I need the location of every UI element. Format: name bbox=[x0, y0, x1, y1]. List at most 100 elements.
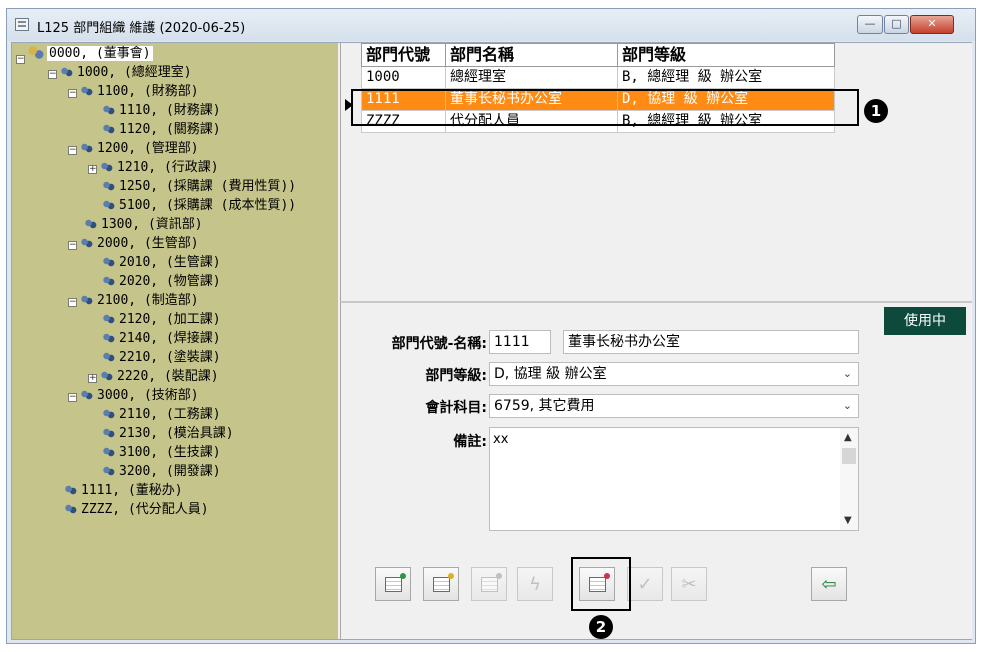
department-icon bbox=[102, 314, 115, 324]
expander-icon[interactable]: + bbox=[88, 165, 97, 174]
department-icon bbox=[100, 162, 113, 172]
department-icon bbox=[80, 295, 93, 305]
expander-icon[interactable]: − bbox=[68, 241, 77, 250]
department-icon bbox=[64, 504, 77, 514]
app-icon bbox=[15, 18, 29, 31]
department-icon bbox=[100, 371, 113, 381]
department-icon bbox=[102, 181, 115, 191]
column-header-name[interactable]: 部門名稱 bbox=[446, 44, 618, 66]
memo-value: xx bbox=[493, 432, 509, 447]
department-icon bbox=[64, 485, 77, 495]
tree-node-label: 3000, (技術部) bbox=[97, 388, 199, 403]
expander-icon[interactable]: − bbox=[68, 298, 77, 307]
department-level-select[interactable]: D, 協理 級 辦公室 ⌄ bbox=[489, 362, 859, 386]
tree-node-label: 1100, (財務部) bbox=[97, 84, 199, 99]
department-icon bbox=[102, 409, 115, 419]
department-name-field[interactable]: 董事长秘书办公室 bbox=[563, 330, 859, 354]
department-grid: 部門代號 部門名稱 部門等級 1000 總經理室 B, 總經理 級 辦公室 1 1… bbox=[340, 43, 972, 301]
column-header-code[interactable]: 部門代號 bbox=[362, 44, 446, 66]
tree-node[interactable]: 3100, (生技課) bbox=[102, 444, 221, 462]
tree-node[interactable]: 1120, (關務課) bbox=[102, 121, 221, 139]
tree-node[interactable]: 2120, (加工課) bbox=[102, 311, 221, 329]
tree-node[interactable]: − 2100, (制造部) bbox=[68, 292, 199, 310]
department-icon bbox=[102, 428, 115, 438]
tree-node[interactable]: 2020, (物管課) bbox=[102, 273, 221, 291]
expander-icon[interactable]: − bbox=[68, 89, 77, 98]
expander-icon[interactable]: − bbox=[68, 393, 77, 402]
detail-form: 使用中 部門代號-名稱: 1111 董事长秘书办公室 部門等級: D, 協理 級… bbox=[340, 301, 972, 639]
title-bar: L125 部門組織 維護 (2020-06-25) — □ ✕ bbox=[7, 9, 975, 41]
tree-node[interactable]: 2110, (工務課) bbox=[102, 406, 221, 424]
tree-node-label: 1200, (管理部) bbox=[97, 141, 199, 156]
cell-level: B, 總經理 級 辦公室 bbox=[622, 69, 763, 85]
main-window: L125 部門組織 維護 (2020-06-25) — □ ✕ − 0000, (… bbox=[6, 8, 976, 644]
tree-node[interactable]: 1300, (資訊部) bbox=[84, 216, 203, 234]
lightning-icon: ϟ bbox=[529, 574, 541, 595]
tree-node[interactable]: 2210, (塗裝課) bbox=[102, 349, 221, 367]
cell-code: 1000 bbox=[362, 67, 446, 88]
scroll-up-icon[interactable]: ▲ bbox=[844, 432, 852, 443]
memo-textarea[interactable]: xx ▲ ▼ bbox=[489, 427, 859, 531]
expander-icon[interactable]: − bbox=[16, 55, 25, 64]
tree-node-label: 2000, (生管部) bbox=[97, 236, 199, 251]
memo-scrollbar[interactable]: ▲ ▼ bbox=[840, 428, 858, 530]
table-row[interactable]: 1000 總經理室 B, 總經理 級 辦公室 bbox=[361, 67, 835, 89]
batch-button[interactable]: ϟ bbox=[517, 567, 553, 601]
tree-node[interactable]: ZZZZ, (代分配人員) bbox=[64, 501, 209, 519]
level-label: 部門等級: bbox=[425, 368, 487, 384]
organization-icon bbox=[28, 46, 44, 59]
tree-node[interactable]: − 3000, (技術部) bbox=[68, 387, 199, 405]
tree-node-label: 5100, (採購課 (成本性質)) bbox=[119, 198, 297, 213]
account-value: 6759, 其它費用 bbox=[494, 398, 595, 414]
department-icon bbox=[60, 67, 73, 77]
tree-node-label: 2220, (裝配課) bbox=[117, 369, 219, 384]
tree-node[interactable]: 1250, (採購課 (費用性質)) bbox=[102, 178, 296, 196]
scroll-down-icon[interactable]: ▼ bbox=[844, 515, 852, 526]
delete-record-button[interactable] bbox=[471, 567, 507, 601]
chevron-down-icon[interactable]: ⌄ bbox=[843, 395, 852, 417]
account-select[interactable]: 6759, 其它費用 ⌄ bbox=[489, 394, 859, 418]
column-header-level[interactable]: 部門等級 bbox=[618, 44, 834, 66]
tree-node[interactable]: 5100, (採購課 (成本性質)) bbox=[102, 197, 296, 215]
tree-node[interactable]: − 1200, (管理部) bbox=[68, 140, 199, 158]
add-record-button[interactable] bbox=[375, 567, 411, 601]
minimize-button[interactable]: — bbox=[857, 15, 883, 34]
tree-node[interactable]: +1210, (行政課) bbox=[88, 159, 219, 177]
tree-node-root[interactable]: − 0000, (董事會) bbox=[16, 45, 153, 64]
cancel-button[interactable]: ✂ bbox=[671, 567, 707, 601]
expander-icon[interactable]: − bbox=[48, 70, 57, 79]
chevron-down-icon[interactable]: ⌄ bbox=[843, 363, 852, 385]
tree-node[interactable]: +2220, (裝配課) bbox=[88, 368, 219, 386]
tree-node[interactable]: 2130, (模治具課) bbox=[102, 425, 234, 443]
highlight-box-1 bbox=[351, 89, 859, 126]
tree-node-label: 2120, (加工課) bbox=[119, 312, 221, 327]
grid-header: 部門代號 部門名稱 部門等級 bbox=[361, 43, 835, 67]
tree-node[interactable]: 1111, (董秘办) bbox=[64, 482, 183, 500]
memo-label: 備註: bbox=[453, 434, 487, 450]
department-icon bbox=[102, 333, 115, 343]
tree-node-label: 2110, (工務課) bbox=[119, 407, 221, 422]
tree-node[interactable]: 1110, (財務課) bbox=[102, 102, 221, 120]
edit-record-button[interactable] bbox=[423, 567, 459, 601]
exit-button[interactable]: ⇦ bbox=[811, 567, 847, 601]
tree-node[interactable]: − 1000, (總經理室) bbox=[48, 64, 192, 82]
tree-node[interactable]: 2010, (生管課) bbox=[102, 254, 221, 272]
department-icon bbox=[102, 257, 115, 267]
scroll-thumb[interactable] bbox=[842, 448, 856, 464]
department-icon bbox=[102, 466, 115, 476]
tree-node-label: 1111, (董秘办) bbox=[81, 483, 183, 498]
maximize-button[interactable]: □ bbox=[884, 15, 909, 34]
tree-node[interactable]: 2140, (焊接課) bbox=[102, 330, 221, 348]
tree-node-label: ZZZZ, (代分配人員) bbox=[81, 502, 209, 517]
expander-icon[interactable]: + bbox=[88, 374, 97, 383]
close-button[interactable]: ✕ bbox=[910, 15, 954, 34]
callout-badge-2: 2 bbox=[589, 615, 613, 639]
tree-node-label: 2020, (物管課) bbox=[119, 274, 221, 289]
tree-node[interactable]: − 2000, (生管部) bbox=[68, 235, 199, 253]
tree-node[interactable]: − 1100, (財務部) bbox=[68, 83, 199, 101]
department-code-field[interactable]: 1111 bbox=[489, 330, 551, 354]
confirm-button[interactable]: ✓ bbox=[627, 567, 663, 601]
tree-node-label: 1110, (財務課) bbox=[119, 103, 221, 118]
expander-icon[interactable]: − bbox=[68, 146, 77, 155]
tree-node[interactable]: 3200, (開發課) bbox=[102, 463, 221, 481]
